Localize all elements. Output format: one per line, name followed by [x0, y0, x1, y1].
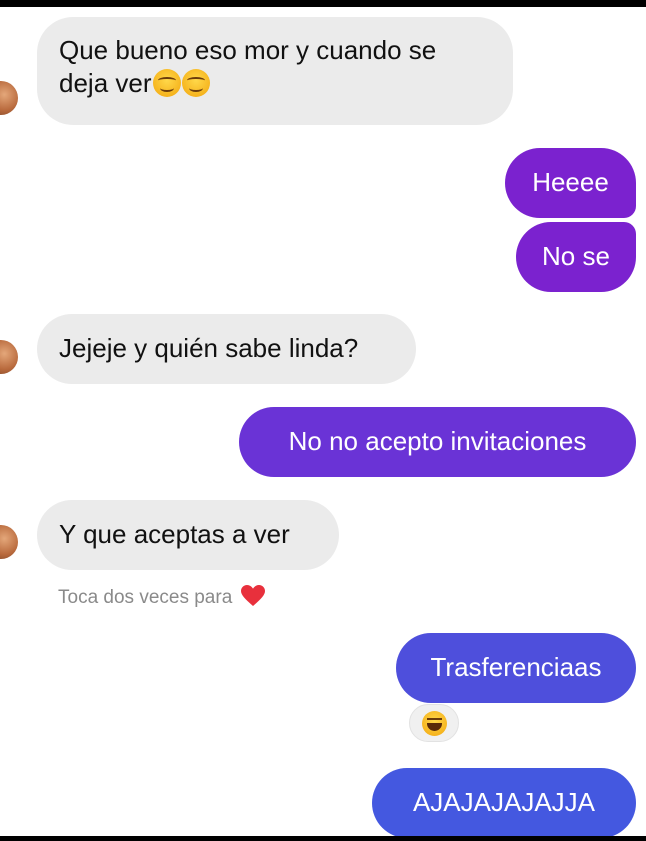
contact-avatar[interactable]: [0, 340, 18, 374]
double-tap-hint: Toca dos veces para: [58, 585, 265, 609]
contact-avatar[interactable]: [0, 81, 18, 115]
incoming-message[interactable]: Que bueno eso mor y cuando se deja ver: [37, 17, 513, 125]
message-text: No se: [542, 241, 610, 271]
outgoing-message[interactable]: No no acepto invitaciones: [239, 407, 636, 477]
incoming-message[interactable]: Jejeje y quién sabe linda?: [37, 314, 416, 384]
outgoing-message[interactable]: Trasferenciaas: [396, 633, 636, 703]
outgoing-message[interactable]: No se: [516, 222, 636, 292]
message-text: Heeee: [532, 167, 609, 197]
message-line: Que bueno eso mor y cuando se: [59, 35, 437, 65]
message-text: Y que aceptas a ver: [59, 519, 290, 549]
outgoing-message[interactable]: AJAJAJAJAJJA: [372, 768, 636, 836]
contact-avatar[interactable]: [0, 525, 18, 559]
message-text: AJAJAJAJAJJA: [412, 787, 596, 817]
message-text: Jejeje y quién sabe linda?: [59, 333, 359, 363]
laughing-face-icon: [422, 711, 447, 736]
smiling-face-icon: [181, 69, 210, 97]
message-line-2: deja ver: [59, 67, 491, 100]
message-text: Trasferenciaas: [430, 652, 602, 682]
chat-screen: Que bueno eso mor y cuando se deja ver H…: [0, 7, 646, 836]
heart-icon: [240, 585, 265, 606]
hint-text: Toca dos veces para: [58, 587, 233, 608]
outgoing-message[interactable]: Heeee: [505, 148, 636, 218]
message-text: No no acepto invitaciones: [288, 426, 587, 456]
message-line: deja ver: [59, 68, 152, 98]
reaction-badge[interactable]: [409, 704, 459, 742]
incoming-message[interactable]: Y que aceptas a ver: [37, 500, 339, 570]
smiling-face-icon: [152, 69, 181, 97]
